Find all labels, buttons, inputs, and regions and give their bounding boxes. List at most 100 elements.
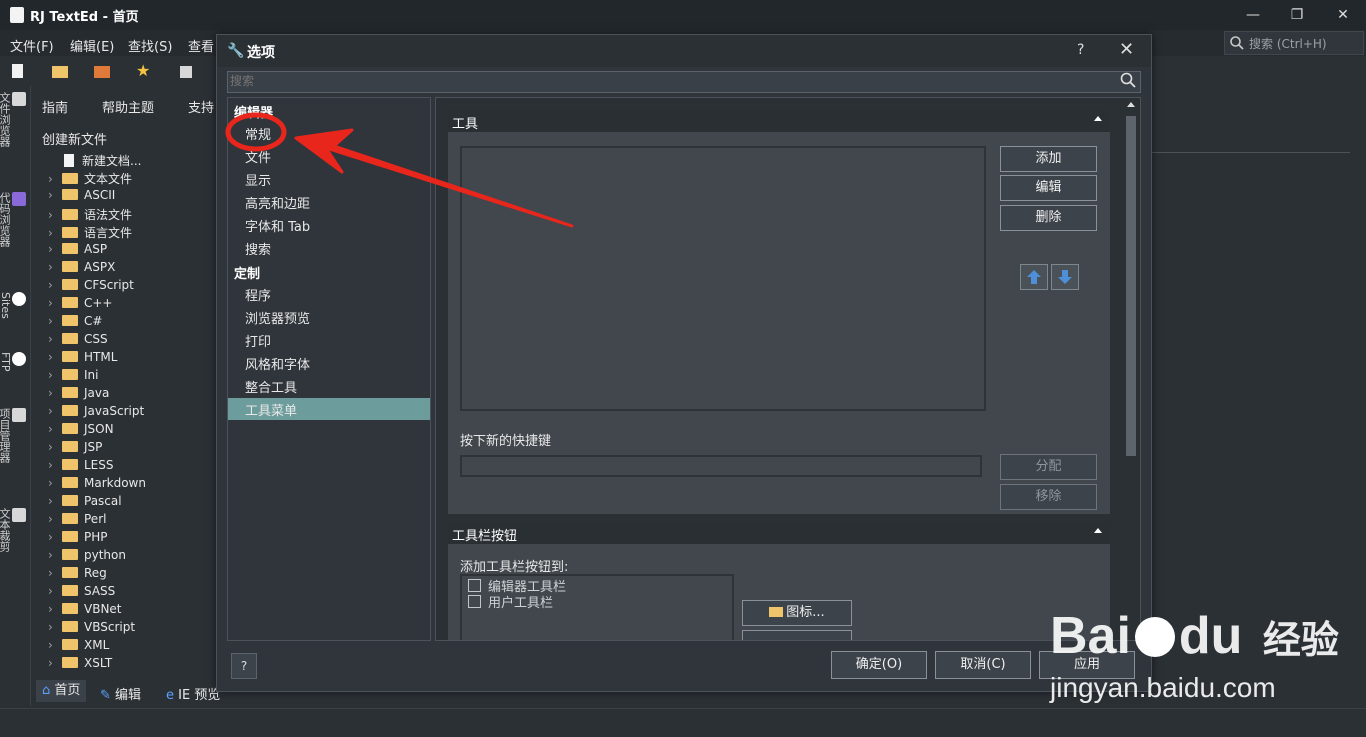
assign-button[interactable]: 分配 <box>1000 454 1097 480</box>
checkbox-editor-toolbar[interactable] <box>468 579 481 592</box>
save-icon[interactable] <box>180 66 192 78</box>
tree-item[interactable]: › LESS <box>48 458 114 476</box>
scroll-thumb[interactable] <box>1126 116 1136 456</box>
folder-icon <box>62 639 78 650</box>
nav-highlight-margins[interactable]: 高亮和边距 <box>228 191 430 213</box>
dialog-close-button[interactable]: ✕ <box>1119 39 1134 60</box>
folder-icon <box>62 297 78 308</box>
icon-button[interactable]: 图标... <box>742 600 852 626</box>
footer-help-button[interactable]: ? <box>231 653 257 679</box>
shortcut-input[interactable] <box>460 455 982 477</box>
tree-item[interactable]: › C# <box>48 314 102 332</box>
folder-icon <box>62 243 78 254</box>
star-icon[interactable]: ★ <box>136 61 152 80</box>
side-tab-code-browser[interactable]: 代码浏览器 <box>0 192 26 247</box>
tab-home[interactable]: ⌂ 首页 <box>36 680 87 702</box>
tools-section: 工具 添加 编辑 删除 按下新的快捷键 分配 移除 <box>448 110 1110 514</box>
add-tool-button[interactable]: 添加 <box>1000 146 1097 172</box>
tree-item[interactable]: › ASPX <box>48 260 115 278</box>
tree-item[interactable]: › 语言文件 <box>48 224 132 242</box>
tree-item[interactable]: › C++ <box>48 296 113 314</box>
folder-icon <box>62 333 78 344</box>
open-folder-icon[interactable] <box>52 66 68 78</box>
tree-item[interactable]: › 文本文件 <box>48 170 132 188</box>
nav-search[interactable]: 搜索 <box>228 237 430 259</box>
delete-tool-button[interactable]: 删除 <box>1000 205 1097 231</box>
tree-item[interactable]: › Java <box>48 386 109 404</box>
nav-tools-menu[interactable]: 工具菜单 <box>228 398 430 420</box>
menu-view[interactable]: 查看 <box>188 36 214 55</box>
options-search-input[interactable] <box>228 72 1112 90</box>
maximize-button[interactable]: ❐ <box>1282 4 1312 26</box>
tree-item[interactable]: › JavaScript <box>48 404 144 422</box>
home-icon: ⌂ <box>42 683 51 698</box>
scroll-up-icon[interactable] <box>1127 102 1135 107</box>
tree-item[interactable]: › ASCII <box>48 188 115 206</box>
help-topics-menu[interactable]: 帮助主题 <box>102 97 154 116</box>
chevron-right-icon: › <box>48 296 53 310</box>
nav-font-tab[interactable]: 字体和 Tab <box>228 214 430 236</box>
tools-section-header[interactable]: 工具 <box>448 110 1110 132</box>
nav-file[interactable]: 文件 <box>228 145 430 167</box>
tree-item[interactable]: › HTML <box>48 350 117 368</box>
tree-item[interactable]: › JSP <box>48 440 102 458</box>
side-tab-text-clips[interactable]: 文本裁剪 <box>0 508 26 552</box>
nav-programs[interactable]: 程序 <box>228 283 430 305</box>
tree-item[interactable]: › ASP <box>48 242 107 260</box>
nav-display[interactable]: 显示 <box>228 168 430 190</box>
file-icon <box>64 154 74 167</box>
tree-item[interactable]: › 语法文件 <box>48 206 132 224</box>
tree-item[interactable]: › Perl <box>48 512 106 530</box>
tree-item[interactable]: › VBNet <box>48 602 122 620</box>
menu-find[interactable]: 查找(S) <box>128 36 172 55</box>
tab-ie-preview[interactable]: e IE 预览 <box>166 684 220 703</box>
ok-button[interactable]: 确定(O) <box>831 651 927 679</box>
tree-item[interactable]: › SASS <box>48 584 115 602</box>
tree-item[interactable]: › VBScript <box>48 620 135 638</box>
tree-item[interactable]: › XML <box>48 638 109 656</box>
tree-item[interactable]: › Reg <box>48 566 107 584</box>
menu-file[interactable]: 文件(F) <box>10 36 54 55</box>
tree-item[interactable]: › CSS <box>48 332 108 350</box>
move-up-button[interactable] <box>1020 264 1048 290</box>
toolbar-section-header[interactable]: 工具栏按钮 <box>448 522 1110 544</box>
tree-item[interactable]: › XSLT <box>48 656 112 674</box>
toolbar-target-list: 编辑器工具栏 用户工具栏 <box>460 574 734 640</box>
tree-item[interactable]: › Ini <box>48 368 98 386</box>
checkbox-user-toolbar[interactable] <box>468 595 481 608</box>
side-tab-file-browser[interactable]: 文件浏览器 <box>0 92 26 147</box>
nav-browser-preview[interactable]: 浏览器预览 <box>228 306 430 328</box>
minimize-button[interactable]: — <box>1238 4 1268 26</box>
tree-item[interactable]: › python <box>48 548 126 566</box>
nav-general[interactable]: 常规 <box>228 122 430 144</box>
tree-item[interactable]: › JSON <box>48 422 114 440</box>
move-down-button[interactable] <box>1051 264 1079 290</box>
side-tab-ftp[interactable]: FTP <box>0 352 26 372</box>
support-menu[interactable]: 支持 <box>188 97 214 116</box>
remove-button[interactable]: 移除 <box>1000 484 1097 510</box>
side-tab-project-manager[interactable]: 项目管理器 <box>0 408 26 463</box>
global-search[interactable]: 搜索 (Ctrl+H) <box>1224 31 1364 55</box>
nav-integration-tools[interactable]: 整合工具 <box>228 375 430 397</box>
side-tab-sites[interactable]: Sites <box>0 292 26 319</box>
new-file-icon[interactable] <box>12 64 23 78</box>
close-window-button[interactable]: ✕ <box>1328 4 1358 26</box>
tree-item[interactable]: › Markdown <box>48 476 146 494</box>
tools-list[interactable] <box>460 146 986 411</box>
search-icon[interactable] <box>1120 72 1136 88</box>
tab-edit[interactable]: ✎ 编辑 <box>100 684 141 703</box>
edit-tool-button[interactable]: 编辑 <box>1000 175 1097 201</box>
nav-style-font[interactable]: 风格和字体 <box>228 352 430 374</box>
menu-edit[interactable]: 编辑(E) <box>70 36 114 55</box>
dialog-help-button[interactable]: ? <box>1077 42 1084 58</box>
tree-item[interactable]: › PHP <box>48 530 108 548</box>
favorites-folder-icon[interactable] <box>94 66 110 78</box>
tree-item[interactable]: › Pascal <box>48 494 122 512</box>
content-scrollbar[interactable] <box>1124 98 1138 640</box>
new-document-item[interactable]: 新建文档... <box>64 152 141 170</box>
tree-item[interactable]: › CFScript <box>48 278 134 296</box>
chevron-right-icon: › <box>48 440 53 454</box>
nav-print[interactable]: 打印 <box>228 329 430 351</box>
guide-menu[interactable]: 指南 <box>42 97 68 116</box>
cancel-button[interactable]: 取消(C) <box>935 651 1031 679</box>
